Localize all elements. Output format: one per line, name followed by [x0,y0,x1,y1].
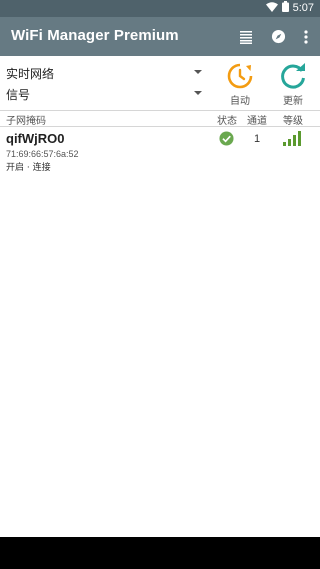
wifi-icon [265,1,278,15]
view-select[interactable]: 实时网络 [6,65,54,82]
clock-refresh-icon [227,63,253,89]
sort-select[interactable]: 信号 [6,86,30,103]
network-channel: 1 [254,133,261,145]
refresh-icon [281,63,305,89]
navigation-bar [0,537,320,569]
sort-dropdown-icon[interactable] [194,91,202,95]
header-status: 状态 [217,116,237,127]
network-security: 开启 · 连接 [6,163,51,173]
header-level: 等级 [283,116,303,127]
auto-button[interactable]: 自动 [220,62,260,107]
table-header: 子网掩码 状态 通道 等级 [0,110,320,127]
list-view-icon [240,30,252,44]
more-vert-icon [304,29,308,44]
auto-label: 自动 [230,96,250,107]
signal-bars-icon [283,131,301,146]
network-row[interactable]: qifWjRO0 71:69:66:57:6a:52 开启 · 连接 1 [0,127,320,173]
refresh-button[interactable]: 更新 [273,62,313,107]
header-channel: 通道 [247,116,267,127]
more-options-button[interactable] [291,17,320,56]
header-subnet-mask: 子网掩码 [6,116,46,127]
refresh-label: 更新 [283,96,303,107]
status-time: 5:07 [292,2,314,14]
compass-button[interactable] [263,17,293,56]
app-title: WiFi Manager Premium [11,27,179,44]
network-mac: 71:69:66:57:6a:52 [6,149,79,159]
battery-icon [281,1,289,15]
list-view-button[interactable] [231,17,261,56]
controls-panel: 实时网络 信号 自动 更新 [0,56,320,110]
app-bar: WiFi Manager Premium [0,17,320,56]
network-ssid: qifWjRO0 [6,131,65,146]
compass-icon [271,29,285,44]
view-dropdown-icon[interactable] [194,70,202,74]
status-bar: 5:07 [0,0,320,17]
connected-check-icon [219,131,234,146]
